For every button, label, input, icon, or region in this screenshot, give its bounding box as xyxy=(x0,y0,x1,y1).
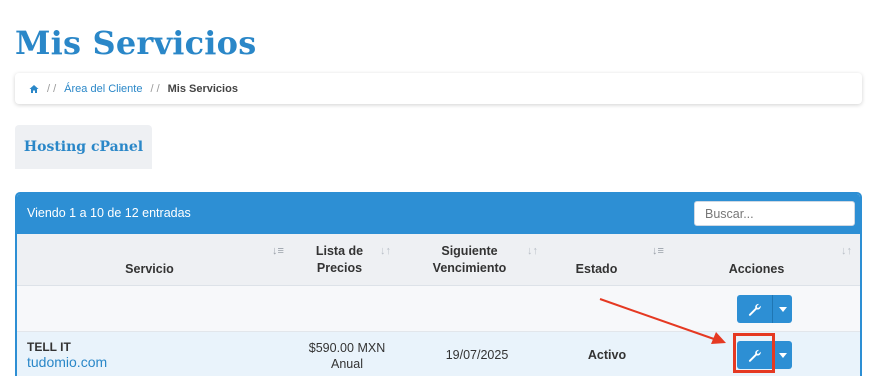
caret-down-icon xyxy=(778,306,787,312)
page: Mis Servicios / / Área del Cliente / / M… xyxy=(0,0,885,376)
table-toolbar: Viendo 1 a 10 de 12 entradas xyxy=(17,194,860,234)
breadcrumb-current: Mis Servicios xyxy=(167,82,238,95)
service-cell: TELL IT tudomio.com xyxy=(27,340,107,370)
column-header-estado[interactable]: Estado ↓≡ xyxy=(542,234,667,286)
entries-info: Viendo 1 a 10 de 12 entradas xyxy=(27,206,191,220)
status-badge: Activo xyxy=(587,348,627,362)
page-title: Mis Servicios xyxy=(15,24,257,62)
service-name: TELL IT xyxy=(27,340,71,354)
actions-dropdown-toggle[interactable] xyxy=(773,341,792,369)
home-icon[interactable] xyxy=(29,84,39,94)
next-due-date: 19/07/2025 xyxy=(445,348,509,362)
sort-icon: ↓↑ xyxy=(841,245,852,257)
breadcrumb-separator: / / xyxy=(47,82,57,95)
breadcrumb-separator: / / xyxy=(150,82,160,95)
table-header: Servicio ↓≡ Lista de Precios ↓↑ Siguient… xyxy=(17,234,860,286)
sort-icon: ↓↑ xyxy=(380,245,391,257)
column-label: Estado xyxy=(575,262,618,276)
column-header-acciones[interactable]: Acciones ↓↑ xyxy=(667,234,860,286)
table-row xyxy=(17,286,860,332)
billing-cycle: Anual xyxy=(331,357,363,371)
column-header-vencimiento[interactable]: Siguiente Vencimiento ↓↑ xyxy=(397,234,542,286)
breadcrumb: / / Área del Cliente / / Mis Servicios xyxy=(15,73,862,104)
sort-icon: ↓≡ xyxy=(652,245,664,257)
action-button-group xyxy=(737,295,792,323)
search-input[interactable] xyxy=(694,201,855,226)
manage-service-button[interactable] xyxy=(737,295,773,323)
column-header-precios[interactable]: Lista de Precios ↓↑ xyxy=(282,234,397,286)
actions-dropdown-toggle[interactable] xyxy=(773,295,792,323)
wrench-icon xyxy=(748,303,761,316)
tab-hosting-cpanel[interactable]: Hosting cPanel xyxy=(15,125,152,169)
annotation-highlight-box xyxy=(733,333,775,373)
breadcrumb-client-area-link[interactable]: Área del Cliente xyxy=(64,83,142,95)
column-label: Siguiente Vencimiento xyxy=(432,244,507,275)
caret-down-icon xyxy=(778,352,787,358)
column-label: Acciones xyxy=(728,262,785,276)
price-cell: $590.00 MXN Anual xyxy=(282,340,412,372)
service-domain-link[interactable]: tudomio.com xyxy=(27,354,107,370)
column-label: Servicio xyxy=(125,262,174,276)
column-header-servicio[interactable]: Servicio ↓≡ xyxy=(17,234,284,286)
sort-icon: ↓↑ xyxy=(527,245,538,257)
price-amount: $590.00 MXN xyxy=(308,341,386,355)
